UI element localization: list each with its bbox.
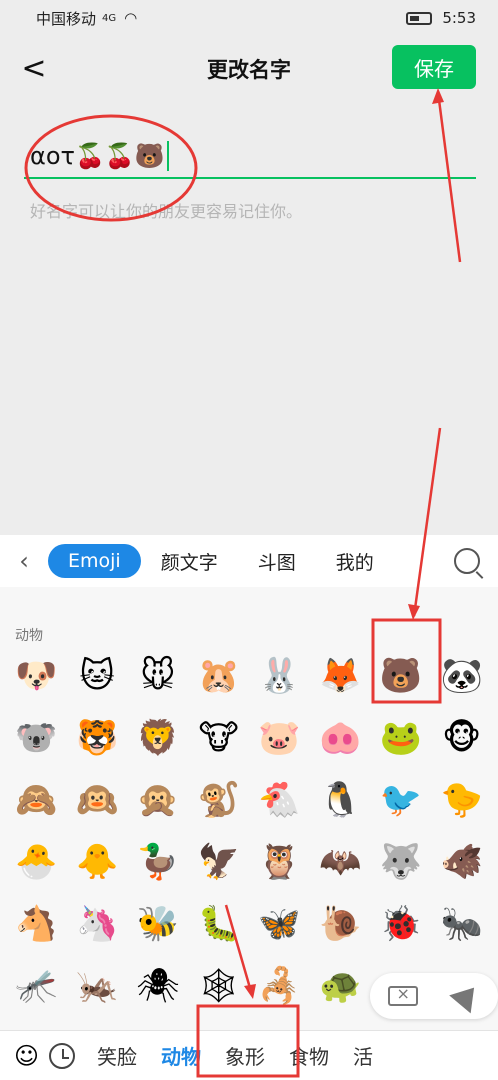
name-input[interactable]: αoτ🍒🍒🐻 [24, 135, 476, 179]
tab-stickers[interactable]: 斗图 [238, 548, 316, 575]
backspace-icon[interactable] [387, 984, 418, 1006]
name-value: αoτ🍒🍒🐻 [30, 142, 165, 170]
emoji-duck[interactable]: 🦆 [130, 834, 186, 890]
emoji-koala[interactable]: 🐨 [8, 710, 64, 766]
emoji-owl[interactable]: 🦉 [251, 834, 307, 890]
emoji-grid: 🐶 🐱 🐭 🐹 🐰 🦊 🐻 🐼 🐨 🐯 🦁 🐮 🐷 🐽 🐸 🐵 🙈 🙉 🙊 🐒 [0, 645, 498, 1017]
emoji-butterfly[interactable]: 🦋 [251, 896, 307, 952]
emoji-row: 🐣 🐥 🦆 🦅 🦉 🦇 🐺 🐗 [0, 831, 498, 893]
emoji-rabbit[interactable]: 🐰 [251, 648, 307, 704]
emoji-mouse[interactable]: 🐭 [130, 648, 186, 704]
keyboard-tabbar: ‹ Emoji 颜文字 斗图 我的 [0, 535, 498, 587]
emoji-see-no-evil[interactable]: 🙈 [8, 772, 64, 828]
emoji-bird[interactable]: 🐦 [373, 772, 429, 828]
emoji-monkey-face[interactable]: 🐵 [434, 710, 490, 766]
emoji-scorpion[interactable]: 🦂 [251, 958, 307, 1014]
emoji-row: 🐴 🦄 🐝 🐛 🦋 🐌 🐞 🐜 [0, 893, 498, 955]
search-icon[interactable] [454, 548, 480, 574]
emoji-turtle[interactable]: 🐢 [312, 958, 368, 1014]
category-label: 动物 [15, 628, 43, 644]
emoji-speak-no-evil[interactable]: 🙊 [130, 772, 186, 828]
emoji-wolf[interactable]: 🐺 [373, 834, 429, 890]
tab-emoji[interactable]: Emoji [48, 544, 141, 578]
emoji-cricket[interactable]: 🦗 [69, 958, 125, 1014]
emoji-hatching-chick[interactable]: 🐣 [8, 834, 64, 890]
emoji-boar[interactable]: 🐗 [434, 834, 490, 890]
emoji-action-box [370, 973, 498, 1019]
category-symbols[interactable]: 象形 [213, 1041, 277, 1070]
emoji-frog[interactable]: 🐸 [373, 710, 429, 766]
emoji-monkey[interactable]: 🐒 [191, 772, 247, 828]
category-animals[interactable]: 动物 [149, 1041, 213, 1070]
category-bar: ☺ 笑脸 动物 象形 食物 活 [0, 1030, 498, 1080]
carrier-text: 中国移动 [36, 9, 97, 28]
keyboard-back-icon[interactable]: ‹ [0, 547, 48, 575]
emoji-pig-nose[interactable]: 🐽 [312, 710, 368, 766]
emoji-spider[interactable]: 🕷 [130, 958, 186, 1014]
send-icon[interactable] [448, 978, 485, 1014]
header: < 更改名字 保存 [0, 42, 498, 96]
emoji-panda[interactable]: 🐼 [434, 648, 490, 704]
emoji-chicken[interactable]: 🐔 [251, 772, 307, 828]
category-activity[interactable]: 活 [341, 1041, 385, 1070]
emoji-fox[interactable]: 🦊 [312, 648, 368, 704]
emoji-horse[interactable]: 🐴 [8, 896, 64, 952]
emoji-penguin[interactable]: 🐧 [312, 772, 368, 828]
emoji-hamster[interactable]: 🐹 [191, 648, 247, 704]
emoji-row: 🐶 🐱 🐭 🐹 🐰 🦊 🐻 🐼 [0, 645, 498, 707]
category-smileys[interactable]: 笑脸 [85, 1041, 149, 1070]
emoji-cat[interactable]: 🐱 [69, 648, 125, 704]
recent-icon[interactable] [49, 1042, 76, 1069]
name-hint: 好名字可以让你的朋友更容易记住你。 [30, 202, 303, 221]
emoji-ant[interactable]: 🐜 [434, 896, 490, 952]
emoji-eagle[interactable]: 🦅 [191, 834, 247, 890]
emoji-bee[interactable]: 🐝 [130, 896, 186, 952]
smile-category-icon[interactable]: ☺ [14, 1042, 39, 1070]
emoji-ladybug[interactable]: 🐞 [373, 896, 429, 952]
emoji-baby-chick[interactable]: 🐤 [434, 772, 490, 828]
emoji-pig[interactable]: 🐷 [251, 710, 307, 766]
emoji-row: 🐨 🐯 🦁 🐮 🐷 🐽 🐸 🐵 [0, 707, 498, 769]
emoji-bear[interactable]: 🐻 [373, 648, 429, 704]
emoji-lion[interactable]: 🦁 [130, 710, 186, 766]
emoji-row: 🙈 🙉 🙊 🐒 🐔 🐧 🐦 🐤 [0, 769, 498, 831]
emoji-cow[interactable]: 🐮 [191, 710, 247, 766]
emoji-bug[interactable]: 🐛 [191, 896, 247, 952]
battery-icon [406, 11, 433, 25]
emoji-tiger[interactable]: 🐯 [69, 710, 125, 766]
emoji-front-chick[interactable]: 🐥 [69, 834, 125, 890]
tab-mine[interactable]: 我的 [316, 548, 394, 575]
emoji-snail[interactable]: 🐌 [312, 896, 368, 952]
text-caret [166, 141, 169, 171]
emoji-mosquito[interactable]: 🦟 [8, 958, 64, 1014]
emoji-unicorn[interactable]: 🦄 [69, 896, 125, 952]
emoji-spider-web[interactable]: 🕸 [191, 958, 247, 1014]
emoji-bat[interactable]: 🦇 [312, 834, 368, 890]
save-button[interactable]: 保存 [392, 45, 476, 89]
network-text: 4G [102, 12, 117, 24]
clock-text: 5:53 [442, 9, 476, 27]
category-food[interactable]: 食物 [277, 1041, 341, 1070]
emoji-dog[interactable]: 🐶 [8, 648, 64, 704]
status-bar: 中国移动 4G ◠ 5:53 [0, 0, 498, 36]
wifi-icon: ◠ [124, 9, 138, 27]
emoji-keyboard: ‹ Emoji 颜文字 斗图 我的 动物 🐶 🐱 🐭 🐹 🐰 🦊 🐻 🐼 🐨 🐯… [0, 535, 498, 1080]
tab-kaomoji[interactable]: 颜文字 [141, 548, 238, 575]
emoji-hear-no-evil[interactable]: 🙉 [69, 772, 125, 828]
